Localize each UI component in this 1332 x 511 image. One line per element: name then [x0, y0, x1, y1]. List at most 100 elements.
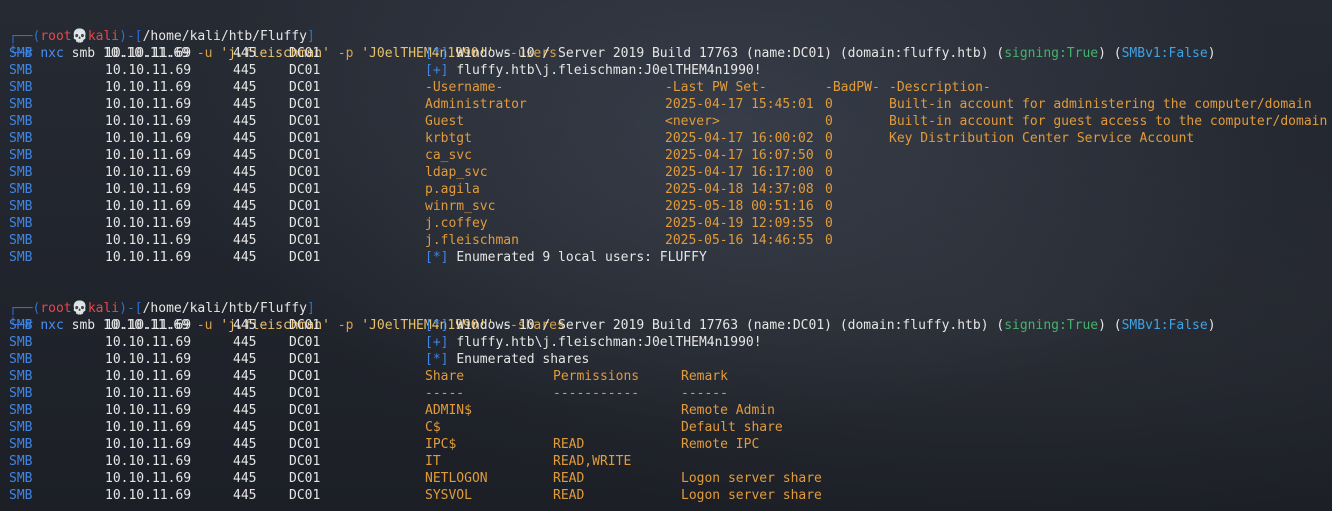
user-name: Administrator — [425, 97, 527, 112]
user-last-pw: 2025-05-16 14:46:55 — [665, 233, 814, 248]
signing-value: signing:True — [1004, 318, 1099, 333]
ip-address: 10.10.11.69 — [105, 471, 192, 486]
share-row: SMB 10.10.11.69 445 DC01 NETLOGON READ Logon s… — [0, 470, 1332, 487]
share-permissions: READ — [553, 488, 585, 503]
output-line: SMB 10.10.11.69 445 DC01 [*] Windows 10 / Se… — [0, 317, 1332, 334]
user-badpw: 0 — [825, 97, 833, 112]
port-number: 445 — [233, 97, 257, 112]
protocol-label: SMB — [9, 420, 33, 435]
header-permissions: Permissions — [553, 369, 640, 384]
hostname: DC01 — [289, 182, 321, 197]
ip-address: 10.10.11.69 — [105, 488, 192, 503]
user-badpw: 0 — [825, 182, 833, 197]
enum-users-message-text: Enumerated 9 local users: FLUFFY — [456, 250, 707, 265]
user-badpw: 0 — [825, 233, 833, 248]
share-remark: Default share — [681, 420, 783, 435]
hostname: DC01 — [289, 250, 321, 265]
protocol-label: SMB — [9, 80, 33, 95]
share-row: SMB 10.10.11.69 445 DC01 SYSVOL READ Logon ser… — [0, 487, 1332, 504]
status-tag-info: [*] — [425, 46, 449, 61]
share-name: IPC$ — [425, 437, 457, 452]
header-description: -Description- — [889, 80, 991, 95]
share-row: SMB 10.10.11.69 445 DC01 IPC$ READ Remote IPC — [0, 436, 1332, 453]
share-row: SMB 10.10.11.69 445 DC01 ADMIN$ Remote Admin — [0, 402, 1332, 419]
protocol-label: SMB — [9, 216, 33, 231]
terminal-window[interactable]: ┌──(root💀kali)-[/home/kali/htb/Fluffy] └… — [0, 0, 1332, 511]
share-name: C$ — [425, 420, 441, 435]
separator-permissions: ----------- — [553, 386, 640, 401]
hostname: DC01 — [289, 80, 321, 95]
user-badpw: 0 — [825, 114, 833, 129]
user-name: ldap_svc — [425, 165, 488, 180]
user-last-pw: 2025-04-17 16:07:50 — [665, 148, 814, 163]
share-remark: Logon server share — [681, 488, 822, 503]
auth-message: [+] fluffy.htb\j.fleischman:J0elTHEM4n19… — [425, 62, 762, 79]
smbv1-value: SMBv1:False — [1121, 46, 1208, 61]
protocol-label: SMB — [9, 471, 33, 486]
command-line[interactable]: └─# nxc smb 10.10.11.69 -u 'j.fleischman… — [0, 300, 1332, 333]
protocol-label: SMB — [9, 488, 33, 503]
share-row: SMB 10.10.11.69 445 DC01 IT READ,WRITE — [0, 453, 1332, 470]
hostname: DC01 — [289, 454, 321, 469]
protocol-label: SMB — [9, 437, 33, 452]
user-last-pw: <never> — [665, 114, 720, 129]
os-text: Windows 10 / Server 2019 Build 17763 (na… — [456, 46, 1005, 61]
port-number: 445 — [233, 318, 257, 333]
output-line: SMB 10.10.11.69 445 DC01 [+] fluffy.htb\j.fl… — [0, 334, 1332, 351]
ip-address: 10.10.11.69 — [105, 369, 192, 384]
port-number: 445 — [233, 165, 257, 180]
output-line: SMB 10.10.11.69 445 DC01 [+] fluffy.htb\j.fl… — [0, 62, 1332, 79]
output-line: SMB 10.10.11.69 445 DC01 [*] Windows 10 / Se… — [0, 45, 1332, 62]
output-line: SMB 10.10.11.69 445 DC01 ----- ----------- ---… — [0, 385, 1332, 402]
hostname: DC01 — [289, 369, 321, 384]
user-row: SMB 10.10.11.69 445 DC01 ca_svc 2025-04-17 16… — [0, 147, 1332, 164]
output-line: SMB 10.10.11.69 445 DC01 -Username- -Last PW … — [0, 79, 1332, 96]
user-row: SMB 10.10.11.69 445 DC01 Guest <never> 0 Built-… — [0, 113, 1332, 130]
user-row: SMB 10.10.11.69 445 DC01 krbtgt 2025-04-17 16… — [0, 130, 1332, 147]
port-number: 445 — [233, 114, 257, 129]
user-last-pw: 2025-04-19 12:09:55 — [665, 216, 814, 231]
port-number: 445 — [233, 437, 257, 452]
status-tag-info: [*] — [425, 318, 449, 333]
enum-shares-message-text: Enumerated shares — [456, 352, 590, 367]
header-last-pw: -Last PW Set- — [665, 80, 767, 95]
protocol-label: SMB — [9, 46, 33, 61]
protocol-label: SMB — [9, 335, 33, 350]
share-name: IT — [425, 454, 441, 469]
port-number: 445 — [233, 131, 257, 146]
user-badpw: 0 — [825, 216, 833, 231]
header-username: -Username- — [425, 80, 504, 95]
protocol-label: SMB — [9, 63, 33, 78]
hostname: DC01 — [289, 148, 321, 163]
paren-mid: ) ( — [1098, 46, 1122, 61]
ip-address: 10.10.11.69 — [105, 250, 192, 265]
info-message: [*] Windows 10 / Server 2019 Build 17763… — [425, 317, 1216, 334]
ip-address: 10.10.11.69 — [105, 46, 192, 61]
hostname: DC01 — [289, 318, 321, 333]
separator-share: ----- — [425, 386, 465, 401]
user-last-pw: 2025-04-17 16:00:02 — [665, 131, 814, 146]
ip-address: 10.10.11.69 — [105, 131, 192, 146]
status-tag: [+] — [425, 63, 449, 78]
paren-close: ) — [1207, 46, 1216, 61]
port-number: 445 — [233, 148, 257, 163]
output-line: SMB 10.10.11.69 445 DC01 Share Permissions Rem… — [0, 368, 1332, 385]
auth-message-text: fluffy.htb\j.fleischman:J0elTHEM4n1990! — [456, 63, 762, 78]
users-output: SMB 10.10.11.69 445 DC01 [*] Windows 10 / Se… — [0, 45, 1332, 266]
protocol-label: SMB — [9, 182, 33, 197]
command-line[interactable]: └─# nxc smb 10.10.11.69 -u 'j.fleischman… — [0, 28, 1332, 61]
smbv1-value: SMBv1:False — [1121, 318, 1208, 333]
user-last-pw: 2025-04-17 16:17:00 — [665, 165, 814, 180]
user-last-pw: 2025-04-18 14:37:08 — [665, 182, 814, 197]
protocol-label: SMB — [9, 97, 33, 112]
user-description: Built-in account for guest access to the… — [889, 114, 1328, 129]
ip-address: 10.10.11.69 — [105, 80, 192, 95]
hostname: DC01 — [289, 403, 321, 418]
user-name: ca_svc — [425, 148, 472, 163]
user-name: p.agila — [425, 182, 480, 197]
info-message: [*] Windows 10 / Server 2019 Build 17763… — [425, 45, 1216, 62]
protocol-label: SMB — [9, 131, 33, 146]
protocol-label: SMB — [9, 352, 33, 367]
user-name: winrm_svc — [425, 199, 496, 214]
output-line: SMB 10.10.11.69 445 DC01 [*] Enumerated 9 lo… — [0, 249, 1332, 266]
